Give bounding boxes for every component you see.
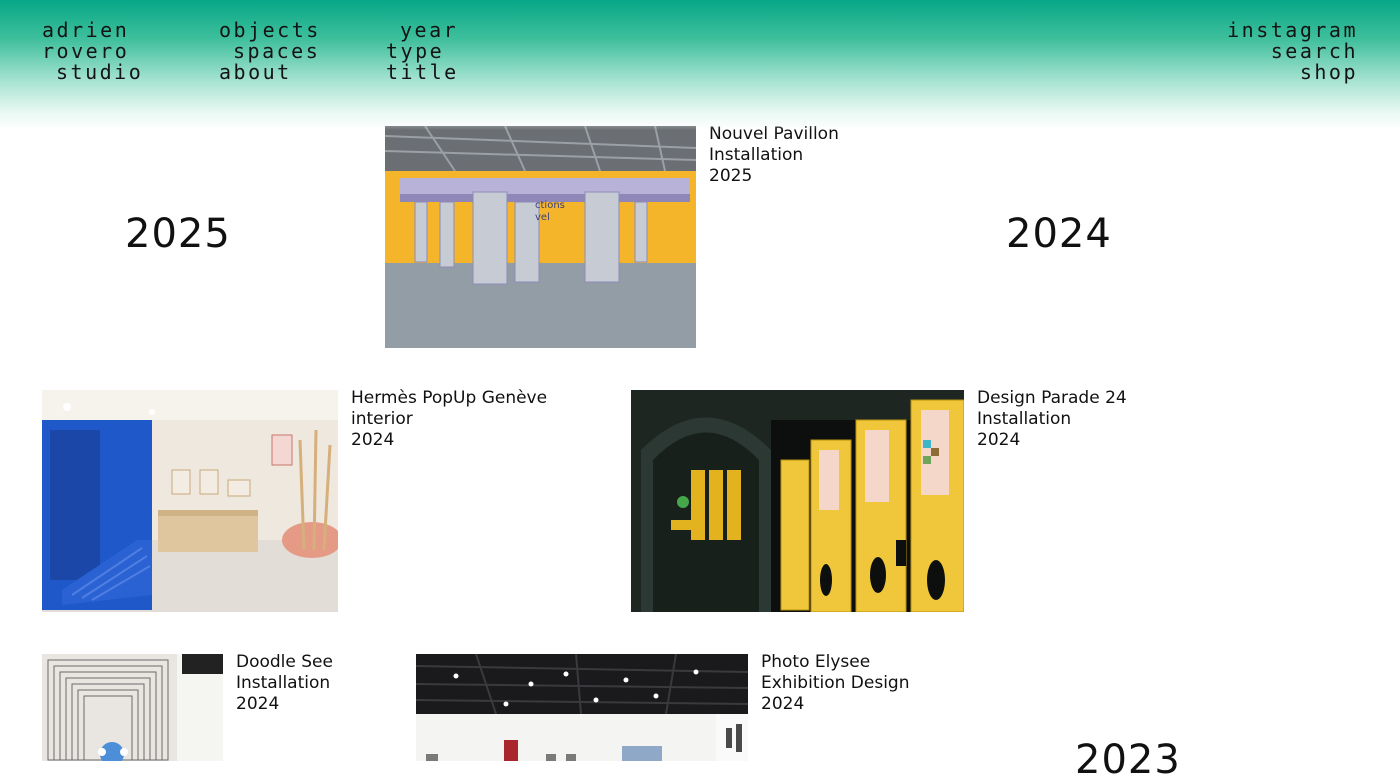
section-nav: objects spaces about (219, 20, 321, 83)
project-year: 2024 (236, 694, 280, 714)
header-gradient (0, 0, 1400, 130)
project-type: Installation (709, 145, 804, 165)
project-title: Hermès PopUp Genève (351, 388, 548, 408)
year-heading-2024: 2024 (1006, 211, 1112, 257)
project-meta-doodle-see[interactable]: Doodle See Installation 2024 (236, 652, 333, 715)
hermes-popup-image (42, 390, 338, 612)
photo-elysee-image (416, 654, 748, 761)
sort-title[interactable]: title (386, 60, 459, 84)
project-thumbnail-photo-elysee[interactable] (416, 654, 748, 761)
nouvel-pavillon-image: ctions vel (385, 126, 696, 348)
nav-shop[interactable]: shop (1300, 60, 1358, 84)
project-year: 2025 (709, 166, 753, 186)
project-thumbnail-nouvel-pavillon[interactable]: ctions vel (385, 126, 696, 348)
project-meta-design-parade[interactable]: Design Parade 24 Installation 2024 (977, 388, 1127, 451)
project-title: Photo Elysee (761, 652, 871, 672)
brand-line-3: studio (56, 60, 144, 84)
year-heading-2023: 2023 (1075, 737, 1181, 783)
project-meta-photo-elysee[interactable]: Photo Elysee Exhibition Design 2024 (761, 652, 909, 715)
project-type: interior (351, 409, 413, 429)
project-year: 2024 (977, 430, 1021, 450)
svg-text:ctions: ctions (535, 200, 565, 211)
project-thumbnail-hermes-popup[interactable] (42, 390, 338, 612)
brand-line-1: adrien (42, 18, 130, 42)
project-title: Design Parade 24 (977, 388, 1127, 408)
brand-line-2: rovero (42, 39, 130, 63)
nav-about[interactable]: about (219, 60, 292, 84)
design-parade-image (631, 390, 964, 612)
year-heading-2025: 2025 (125, 211, 231, 257)
project-meta-nouvel-pavillon[interactable]: Nouvel Pavillon Installation 2025 (709, 124, 839, 187)
project-year: 2024 (761, 694, 805, 714)
project-year: 2024 (351, 430, 395, 450)
project-meta-hermes-popup[interactable]: Hermès PopUp Genève interior 2024 (351, 388, 547, 451)
sort-nav: year type title (386, 20, 459, 83)
project-type: Installation (236, 673, 331, 693)
doodle-see-image (42, 654, 223, 761)
project-type: Exhibition Design (761, 673, 910, 693)
brand-logo[interactable]: adrien rovero studio (42, 20, 143, 83)
project-thumbnail-design-parade[interactable] (631, 390, 964, 612)
utility-nav: instagram search shop (1227, 20, 1358, 83)
svg-text:vel: vel (535, 212, 550, 223)
project-title: Doodle See (236, 652, 333, 672)
project-type: Installation (977, 409, 1072, 429)
project-thumbnail-doodle-see[interactable] (42, 654, 223, 761)
